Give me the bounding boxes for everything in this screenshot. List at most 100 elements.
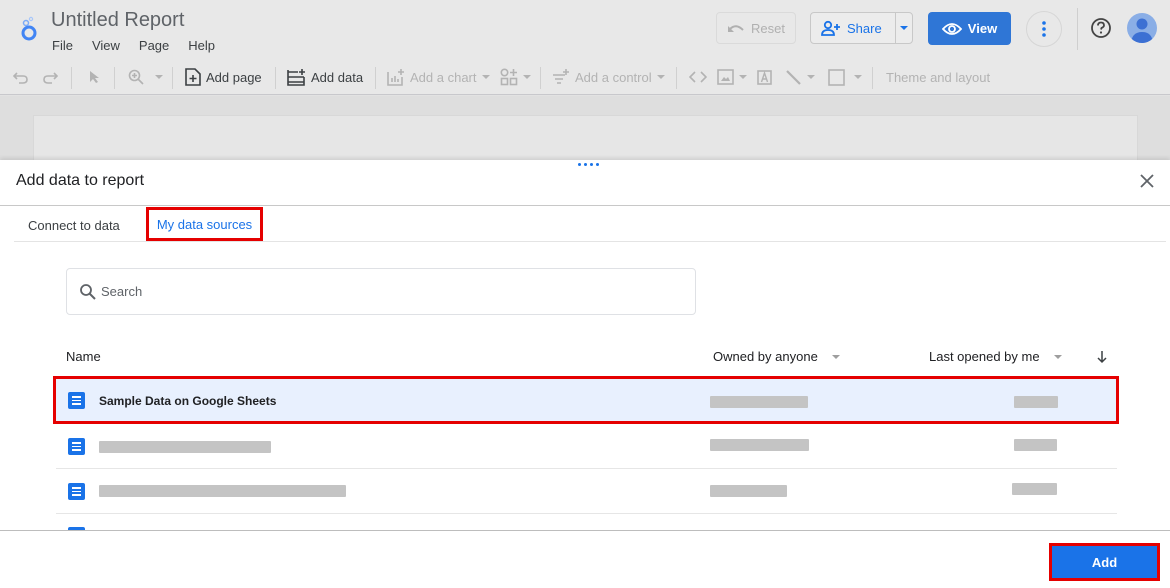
- toolbar-divider: [172, 67, 173, 89]
- last-opened-redacted: [1014, 439, 1057, 451]
- menu-file[interactable]: File: [52, 38, 73, 53]
- drag-handle-icon[interactable]: [578, 163, 599, 166]
- select-tool-button[interactable]: [88, 60, 100, 94]
- reset-button[interactable]: Reset: [716, 12, 796, 44]
- footer-divider: [0, 530, 1170, 531]
- data-source-icon: [68, 438, 85, 455]
- search-input[interactable]: [101, 284, 661, 299]
- add-data-button[interactable]: Add data: [287, 60, 363, 94]
- report-title[interactable]: Untitled Report: [51, 9, 184, 32]
- theme-layout-label: Theme and layout: [886, 69, 991, 85]
- add-person-icon: [821, 20, 840, 36]
- undo-button[interactable]: [13, 60, 29, 94]
- chevron-down-icon: [523, 75, 531, 79]
- add-chart-icon: [387, 68, 404, 86]
- add-button[interactable]: Add: [1049, 543, 1160, 581]
- text-box-button[interactable]: [756, 60, 773, 94]
- line-icon: [786, 69, 801, 85]
- pointer-icon: [90, 71, 99, 83]
- avatar[interactable]: [1127, 13, 1157, 43]
- tab-label: My data sources: [156, 216, 253, 232]
- last-opened-redacted: [1014, 396, 1058, 408]
- data-source-name-redacted: [99, 485, 346, 497]
- add-data-panel: Add data to report Connect to data My da…: [0, 160, 1170, 588]
- share-button[interactable]: Share: [811, 13, 896, 43]
- redo-button[interactable]: [42, 60, 58, 94]
- add-page-icon: [185, 68, 201, 86]
- image-icon: [717, 69, 734, 85]
- data-source-icon: [68, 392, 85, 409]
- toolbar-divider: [872, 67, 873, 89]
- chevron-down-icon: [739, 75, 747, 79]
- report-page[interactable]: [33, 115, 1138, 161]
- embed-url-button[interactable]: [689, 60, 707, 94]
- tab-connect-to-data[interactable]: Connect to data: [28, 218, 120, 233]
- toolbar-divider: [114, 67, 115, 89]
- data-source-icon: [68, 483, 85, 500]
- menu-help[interactable]: Help: [188, 38, 215, 53]
- panel-title: Add data to report: [16, 172, 145, 189]
- more-options-button[interactable]: [1026, 11, 1062, 47]
- last-opened-redacted: [1012, 483, 1057, 495]
- add-chart-button[interactable]: Add a chart: [387, 60, 490, 94]
- reset-icon: [728, 25, 744, 32]
- tab-my-data-sources[interactable]: My data sources: [146, 207, 263, 241]
- editor-toolbar: Add page Add data Add a chart Add a cont…: [0, 60, 1170, 95]
- toolbar-divider: [375, 67, 376, 89]
- column-name-label: Name: [66, 349, 101, 364]
- chevron-down-icon: [831, 354, 840, 359]
- data-source-name-redacted: [99, 441, 271, 453]
- help-icon[interactable]: [1090, 17, 1112, 39]
- data-source-row[interactable]: [56, 469, 1117, 514]
- zoom-button[interactable]: [128, 60, 163, 94]
- close-icon[interactable]: [1138, 172, 1156, 190]
- tabs-divider: [14, 241, 1166, 242]
- account-icon: [1131, 18, 1153, 43]
- chevron-down-icon: [656, 75, 665, 79]
- data-source-name: Sample Data on Google Sheets: [99, 394, 277, 408]
- shape-button[interactable]: [828, 60, 862, 94]
- theme-layout-button[interactable]: Theme and layout: [886, 60, 990, 94]
- data-source-row[interactable]: Sample Data on Google Sheets: [53, 376, 1119, 424]
- add-page-button[interactable]: Add page: [185, 60, 262, 94]
- owner-filter-dropdown[interactable]: Owned by anyone: [713, 349, 840, 364]
- code-icon: [689, 71, 707, 83]
- add-control-button[interactable]: Add a control: [552, 60, 665, 94]
- owner-filter-label: Owned by anyone: [713, 349, 818, 364]
- last-opened-sort-dropdown[interactable]: Last opened by me: [929, 349, 1062, 364]
- panel-divider: [0, 205, 1170, 206]
- share-dropdown-button[interactable]: [896, 26, 912, 30]
- chevron-down-icon: [481, 75, 490, 79]
- undo-icon: [13, 72, 28, 84]
- sort-direction-arrow-icon[interactable]: [1096, 350, 1108, 364]
- report-canvas-area: [0, 96, 1170, 161]
- line-button[interactable]: [785, 60, 815, 94]
- add-control-label: Add a control: [575, 69, 652, 85]
- add-data-icon: [287, 68, 305, 86]
- view-button[interactable]: View: [928, 12, 1011, 45]
- add-label: Add: [1091, 554, 1118, 570]
- last-opened-label: Last opened by me: [929, 349, 1040, 364]
- chevron-down-icon: [807, 75, 815, 79]
- toolbar-divider: [676, 67, 677, 89]
- menu-view[interactable]: View: [92, 38, 120, 53]
- toolbar-divider: [71, 67, 72, 89]
- column-header-name[interactable]: Name: [66, 349, 101, 364]
- view-label: View: [967, 21, 998, 36]
- menu-page[interactable]: Page: [139, 38, 169, 53]
- reset-label: Reset: [751, 20, 785, 36]
- image-button[interactable]: [717, 60, 747, 94]
- chevron-down-icon: [155, 75, 163, 79]
- data-source-row[interactable]: [56, 424, 1117, 469]
- header-divider: [1077, 8, 1078, 50]
- toolbar-divider: [275, 67, 276, 89]
- eye-icon: [941, 22, 962, 35]
- search-box[interactable]: [66, 268, 696, 315]
- redo-icon: [43, 72, 58, 84]
- add-component-button[interactable]: [500, 60, 531, 94]
- rectangle-icon: [828, 68, 845, 86]
- chevron-down-icon: [854, 75, 862, 79]
- add-page-label: Add page: [206, 69, 262, 85]
- share-label: Share: [847, 20, 882, 36]
- chevron-down-icon: [900, 26, 908, 30]
